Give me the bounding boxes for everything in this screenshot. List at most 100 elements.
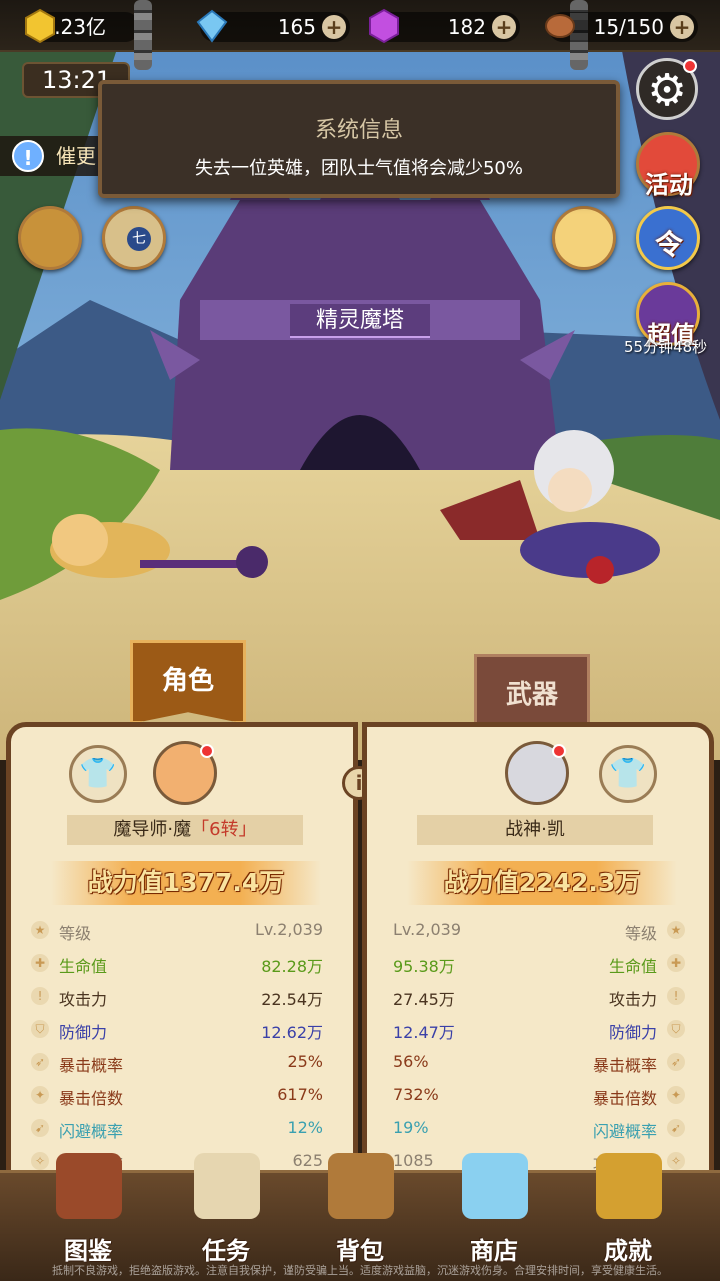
diamond-counter: 165 + xyxy=(196,9,350,43)
power-value: 1377.4万 xyxy=(162,868,285,897)
stage-name: 精灵魔塔 xyxy=(290,304,430,338)
treasure-chest-icon xyxy=(462,1153,528,1219)
stat-label: 闪避概率 xyxy=(59,1122,124,1141)
game-screen: 6.23亿 165 + 182 + 15/150 + 13:21 ! 催更 ⚙ … xyxy=(0,0,720,1281)
stat-value: 22.54万 xyxy=(261,990,323,1009)
chain-decoration xyxy=(134,0,152,70)
stat-label: 生命值 xyxy=(608,957,657,976)
notification-dot xyxy=(552,744,566,758)
system-message-text: 失去一位英雄，团队士气值将会减少50% xyxy=(194,158,523,179)
gold-icon xyxy=(25,8,55,44)
stat-value: 25% xyxy=(287,1052,323,1071)
stat-value: 82.28万 xyxy=(261,957,323,976)
activity-label: 活动 xyxy=(645,171,693,199)
equipment-button[interactable]: 👕 xyxy=(69,745,127,803)
diamond-icon xyxy=(196,9,228,43)
right-hero-avatar[interactable] xyxy=(505,741,569,805)
stat-row: ➹ 闪避概率 12% xyxy=(21,1113,331,1146)
stat-value: 27.45万 xyxy=(393,990,455,1009)
nav-codex[interactable]: 图鉴 xyxy=(28,1153,148,1273)
stat-icon: ⛉ xyxy=(667,1020,685,1038)
nav-achievements[interactable]: 成就 xyxy=(568,1153,688,1273)
stat-value: 56% xyxy=(393,1052,429,1071)
stat-value: 625 xyxy=(292,1151,323,1170)
stat-icon: ! xyxy=(31,987,49,1005)
stat-icon: ! xyxy=(667,987,685,1005)
stamina-value: 15/150 xyxy=(593,15,664,39)
stat-row: ! 攻击力 22.54万 xyxy=(21,981,331,1014)
right-hero-name-bar: 战神·凯 xyxy=(417,815,653,845)
add-diamond-button[interactable]: + xyxy=(322,15,346,39)
stat-label: 攻击力 xyxy=(608,990,657,1009)
stat-row: ⛉ 防御力 12.47万 xyxy=(385,1014,695,1047)
stat-label: 攻击力 xyxy=(59,990,108,1009)
power-label: 战力值 xyxy=(443,868,519,897)
stat-icon: ➶ xyxy=(667,1053,685,1071)
nav-label: 任务 xyxy=(202,1237,250,1265)
add-crystal-button[interactable]: + xyxy=(492,15,516,39)
order-label: 令 xyxy=(655,228,684,261)
left-hero-power: 战力值1377.4万 xyxy=(51,861,321,905)
update-request-label: 催更 xyxy=(56,144,96,168)
nav-bag[interactable]: 背包 xyxy=(300,1153,420,1273)
gold-counter: 6.23亿 xyxy=(25,8,140,44)
crystal-counter: 182 + xyxy=(369,8,520,44)
stat-row: ✚ 生命值 82.28万 xyxy=(21,948,331,981)
recharge-timer: 55分钟48秒 xyxy=(624,338,708,356)
right-hero-power: 战力值2242.3万 xyxy=(407,861,677,905)
hero-avatar-button[interactable] xyxy=(552,206,616,270)
stat-label: 等级 xyxy=(59,924,92,943)
stat-label: 暴击概率 xyxy=(59,1056,124,1075)
nav-tasks[interactable]: 任务 xyxy=(166,1153,286,1273)
crystal-value: 182 xyxy=(447,15,486,39)
left-hero-page: 👕 魔导师·魔「6转」 战力值1377.4万 ★ 等级 Lv.2,039 ✚ 生命值 82… xyxy=(6,722,358,1182)
meat-icon xyxy=(545,14,575,38)
add-stamina-button[interactable]: + xyxy=(670,15,694,39)
stat-value: 1085 xyxy=(393,1151,434,1170)
stat-row: ! 攻击力 27.45万 xyxy=(385,981,695,1014)
left-hero-tier: 「6转」 xyxy=(191,819,257,840)
stat-icon: ★ xyxy=(667,921,685,939)
stat-icon: ✚ xyxy=(667,954,685,972)
left-hero-avatar[interactable] xyxy=(153,741,217,805)
stat-value: 95.38万 xyxy=(393,957,455,976)
stat-icon: ★ xyxy=(31,921,49,939)
right-hero-name: 战神·凯 xyxy=(505,819,565,840)
health-notice: 抵制不良游戏，拒绝盗版游戏。注意自我保护，谨防受骗上当。适度游戏益脑，沉迷游戏伤… xyxy=(52,1264,668,1277)
backpack-icon xyxy=(328,1153,394,1219)
settings-button[interactable]: ⚙ xyxy=(636,58,698,120)
stat-value: 12.62万 xyxy=(261,1023,323,1042)
exclamation-icon: ! xyxy=(12,140,44,172)
hero-portrait-button[interactable] xyxy=(18,206,82,270)
nav-label: 商店 xyxy=(470,1237,518,1265)
order-button[interactable]: 令 xyxy=(636,206,700,270)
stat-icon: ✧ xyxy=(31,1152,49,1170)
tab-role[interactable]: 角色 xyxy=(130,640,246,724)
shirt-icon: 👕 xyxy=(79,756,117,791)
activity-button[interactable]: 活动 xyxy=(636,132,700,199)
nav-label: 背包 xyxy=(336,1237,384,1265)
stat-value: 617% xyxy=(277,1085,323,1104)
stat-row: ✚ 生命值 95.38万 xyxy=(385,948,695,981)
stat-value: 12.47万 xyxy=(393,1023,455,1042)
right-hero-page: 👕 战神·凯 战力值2242.3万 ★ 等级 Lv.2,039 ✚ 生命值 95.38万!… xyxy=(362,722,714,1182)
system-message-title: 系统信息 xyxy=(314,118,403,143)
stat-value: 19% xyxy=(393,1118,429,1137)
stat-row: ⛉ 防御力 12.62万 xyxy=(21,1014,331,1047)
left-hero-stats: ★ 等级 Lv.2,039 ✚ 生命值 82.28万! 攻击力 22.54万 ⛉ 防御力 12.62… xyxy=(21,915,331,1179)
nav-shop[interactable]: 商店 xyxy=(434,1153,554,1273)
stamina-counter: 15/150 + xyxy=(545,12,698,42)
stat-row: ✦ 暴击倍数 617% xyxy=(21,1080,331,1113)
seven-day-button[interactable]: 七 xyxy=(102,206,166,270)
stat-row: ★ 等级 Lv.2,039 xyxy=(385,915,695,948)
notification-dot xyxy=(683,59,697,73)
right-hero-stats: ★ 等级 Lv.2,039 ✚ 生命值 95.38万! 攻击力 27.45万 ⛉ 防御力 12.47… xyxy=(385,915,695,1179)
power-label: 战力值 xyxy=(87,868,163,897)
diamond-value: 165 xyxy=(277,15,316,39)
equipment-button[interactable]: 👕 xyxy=(599,745,657,803)
stat-row: ➶ 暴击概率 56% xyxy=(385,1047,695,1080)
notification-dot xyxy=(200,744,214,758)
stat-row: ➹ 闪避概率 19% xyxy=(385,1113,695,1146)
power-value: 2242.3万 xyxy=(518,868,641,897)
stat-row: ★ 等级 Lv.2,039 xyxy=(21,915,331,948)
